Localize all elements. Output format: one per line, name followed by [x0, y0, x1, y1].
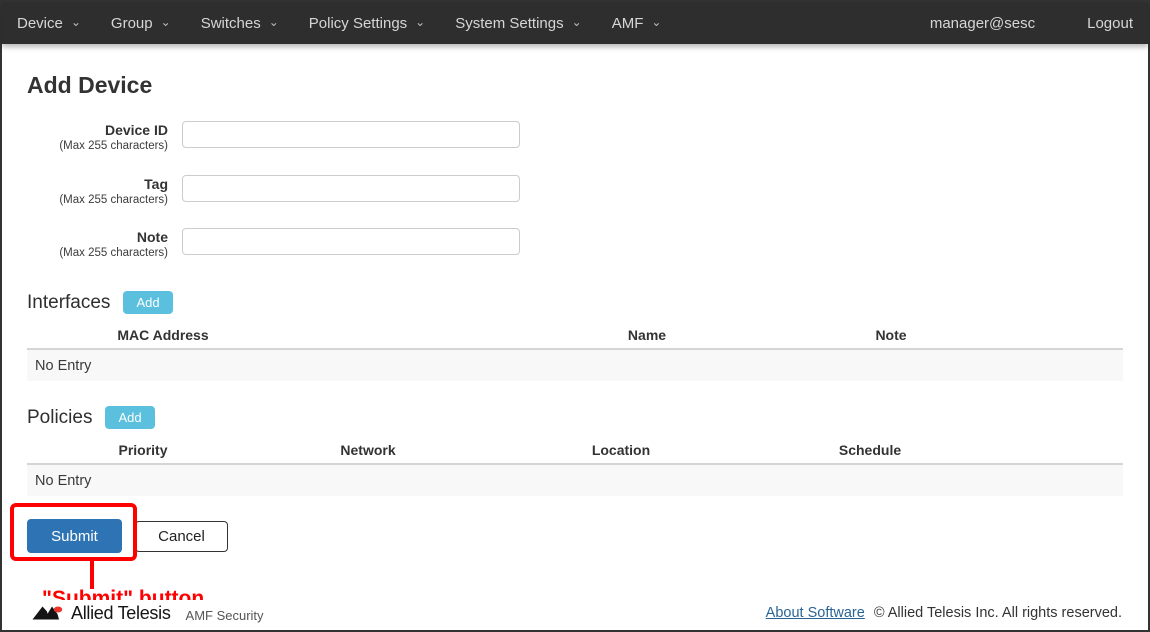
- device-id-input[interactable]: [182, 121, 520, 148]
- chevron-down-icon: ⌄: [161, 16, 171, 28]
- column-header-network: Network: [340, 442, 395, 458]
- policies-empty-row: No Entry: [27, 465, 1123, 496]
- column-header-name: Name: [628, 327, 666, 343]
- interfaces-empty-row: No Entry: [27, 350, 1123, 381]
- note-hint: (Max 255 characters): [27, 246, 168, 261]
- form-row-tag: Tag (Max 255 characters): [27, 175, 1123, 208]
- column-header-location: Location: [592, 442, 650, 458]
- note-label: Note: [27, 229, 168, 246]
- nav-item-amf[interactable]: AMF ⌄: [612, 15, 662, 32]
- allied-telesis-logo-icon: [32, 603, 64, 623]
- nav-item-switches[interactable]: Switches ⌄: [201, 15, 279, 32]
- nav-item-label: Group: [111, 15, 153, 32]
- form-row-note: Note (Max 255 characters): [27, 228, 1123, 261]
- policies-section-title: Policies Add: [27, 406, 1123, 429]
- interfaces-title: Interfaces: [27, 292, 110, 314]
- device-id-label: Device ID: [27, 122, 168, 139]
- tag-label: Tag: [27, 176, 168, 193]
- nav-menu: Device ⌄ Group ⌄ Switches ⌄ Policy Setti…: [17, 15, 661, 32]
- interfaces-section-title: Interfaces Add: [27, 291, 1123, 314]
- nav-item-label: Device: [17, 15, 63, 32]
- nav-item-policy-settings[interactable]: Policy Settings ⌄: [309, 15, 425, 32]
- submit-button[interactable]: Submit: [27, 519, 122, 553]
- column-header-priority: Priority: [118, 442, 167, 458]
- note-input[interactable]: [182, 228, 520, 255]
- column-header-schedule: Schedule: [839, 442, 901, 458]
- nav-item-label: AMF: [612, 15, 644, 32]
- main-content: Add Device Device ID (Max 255 characters…: [2, 72, 1148, 553]
- brand-name: Allied Telesis: [71, 603, 171, 624]
- annotation-callout-line: [90, 561, 94, 589]
- interfaces-table-header: MAC Address Name Note: [27, 327, 1123, 350]
- chevron-down-icon: ⌄: [71, 16, 81, 28]
- cancel-button[interactable]: Cancel: [135, 521, 228, 552]
- policies-table-header: Priority Network Location Schedule: [27, 442, 1123, 465]
- chevron-down-icon: ⌄: [572, 16, 582, 28]
- policies-title: Policies: [27, 407, 92, 429]
- chevron-down-icon: ⌄: [415, 16, 425, 28]
- policies-add-button[interactable]: Add: [105, 406, 154, 429]
- page-title: Add Device: [27, 72, 1123, 99]
- amf-security-page: { "navbar": { "items": [ { "label": "Dev…: [0, 0, 1150, 632]
- nav-item-device[interactable]: Device ⌄: [17, 15, 81, 32]
- product-name: AMF Security: [186, 608, 264, 623]
- nav-item-label: System Settings: [455, 15, 563, 32]
- form-row-device-id: Device ID (Max 255 characters): [27, 121, 1123, 154]
- tag-input[interactable]: [182, 175, 520, 202]
- nav-item-label: Policy Settings: [309, 15, 407, 32]
- nav-item-group[interactable]: Group ⌄: [111, 15, 171, 32]
- column-header-mac-address: MAC Address: [117, 327, 208, 343]
- interfaces-add-button[interactable]: Add: [123, 291, 172, 314]
- tag-hint: (Max 255 characters): [27, 193, 168, 208]
- logged-in-user: manager@sesc: [930, 15, 1035, 32]
- chevron-down-icon: ⌄: [651, 16, 661, 28]
- chevron-down-icon: ⌄: [269, 16, 279, 28]
- about-software-link[interactable]: About Software: [766, 605, 865, 621]
- logout-button[interactable]: Logout: [1087, 15, 1133, 32]
- top-navbar: Device ⌄ Group ⌄ Switches ⌄ Policy Setti…: [2, 2, 1148, 44]
- form-actions: Submit Cancel "Submit" button: [27, 519, 1123, 553]
- nav-item-label: Switches: [201, 15, 261, 32]
- nav-item-system-settings[interactable]: System Settings ⌄: [455, 15, 581, 32]
- copyright-text: © Allied Telesis Inc. All rights reserve…: [874, 605, 1122, 621]
- device-id-hint: (Max 255 characters): [27, 139, 168, 154]
- column-header-note: Note: [875, 327, 906, 343]
- footer: Allied Telesis AMF Security About Softwa…: [2, 600, 1148, 630]
